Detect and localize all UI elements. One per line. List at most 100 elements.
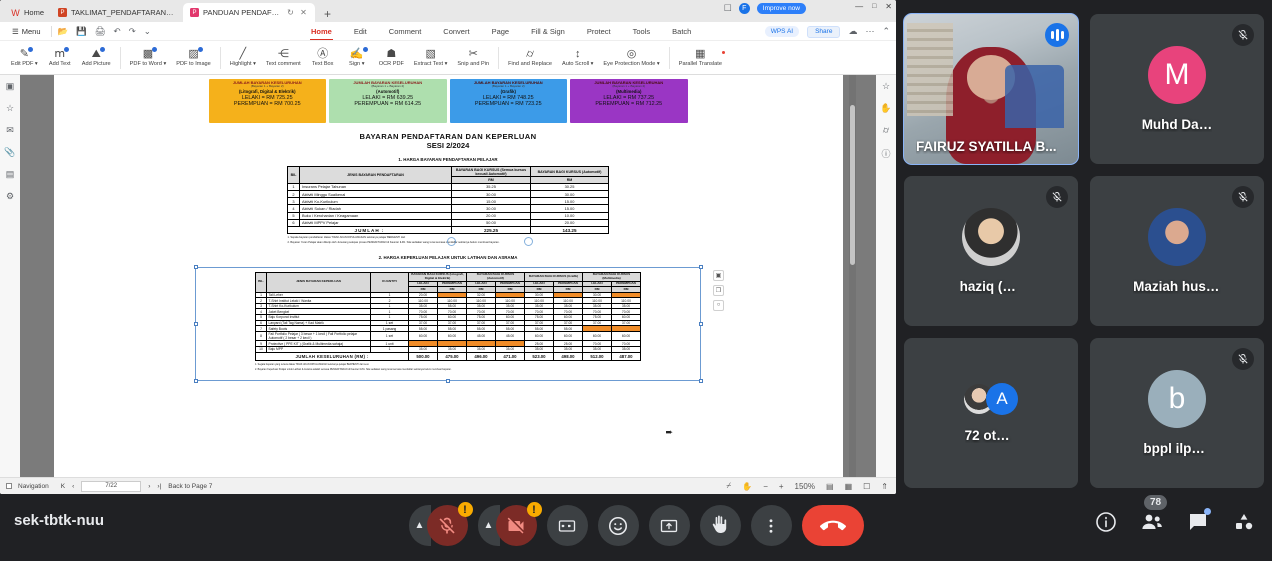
delete-icon[interactable]: ○	[713, 299, 724, 311]
crop-icon[interactable]: ▣	[713, 269, 724, 281]
participants-button[interactable]: 78	[1138, 495, 1168, 536]
prev-page-button[interactable]: ‹	[72, 483, 74, 490]
settings-icon[interactable]: ⚙	[6, 191, 14, 202]
zoom-tool-icon[interactable]: ⌭	[883, 125, 889, 136]
select-tool-icon[interactable]: ⌿	[726, 481, 731, 491]
eye-protection-mode-button[interactable]: ◎ Eye Protection Mode ▾	[598, 48, 664, 67]
edit-pdf-button[interactable]: ✎ Edit PDF ▾	[6, 46, 43, 67]
text-box-button[interactable]: Ⓐ Text Box	[306, 48, 340, 67]
ribbon-tab-protect[interactable]: Protect	[576, 22, 622, 41]
hand-tool-icon[interactable]: ✋	[742, 482, 752, 491]
share-button[interactable]: Share	[807, 25, 841, 38]
layers-icon[interactable]: ▤	[6, 169, 15, 180]
wps-ai-button[interactable]: WPS AI	[764, 26, 800, 37]
back-to-page-button[interactable]: Back to Page 7	[168, 483, 212, 490]
zoom-level[interactable]: 150%	[795, 482, 815, 491]
hand-tool-icon[interactable]: ✋	[880, 103, 891, 114]
selected-table-object[interactable]: ▣ ❐ ○ BIL. JENIS BAYARAN KEPERLUAN KUANT…	[193, 265, 724, 383]
resize-handle[interactable]	[698, 378, 703, 383]
close-button[interactable]: ✕	[885, 2, 892, 11]
more-icon[interactable]: ⋯	[865, 26, 874, 37]
next-page-button[interactable]: ›	[148, 483, 150, 490]
minimize-button[interactable]: —	[855, 2, 863, 11]
captions-button[interactable]	[546, 505, 588, 546]
resize-handle[interactable]	[193, 322, 198, 327]
main-menu-button[interactable]: ☰ Menu	[6, 27, 47, 36]
thumbnail-icon[interactable]: ▣	[6, 81, 15, 92]
attachment-icon[interactable]: 📎	[4, 147, 15, 158]
extract-text-button[interactable]: ▧ Extract Text ▾	[409, 48, 452, 67]
ribbon-tab-comment[interactable]: Comment	[378, 22, 433, 41]
emoji-button[interactable]	[597, 505, 639, 546]
screen-icon[interactable]: ☐	[724, 3, 732, 14]
sign-button[interactable]: ✍ Sign ▾	[340, 46, 374, 67]
participant-tile-haziq[interactable]: haziq (mat)	[904, 176, 1078, 326]
continuous-view-icon[interactable]: ▦	[845, 482, 853, 491]
ribbon-tab-batch[interactable]: Batch	[661, 22, 702, 41]
text-comment-button[interactable]: ⋲ Text comment	[261, 48, 306, 67]
reload-icon[interactable]: ↻	[286, 8, 295, 17]
print-icon[interactable]: 🖨	[95, 26, 106, 37]
find-and-replace-button[interactable]: ⌭ Find and Replace	[503, 48, 557, 67]
zoom-in-button[interactable]: +	[779, 482, 784, 491]
page-indicator[interactable]: 7/22	[81, 480, 142, 492]
raise-hand-button[interactable]	[699, 505, 741, 546]
participant-tile-maziah[interactable]: Maziah hussain	[1090, 176, 1264, 326]
add-text-button[interactable]: ⅿ Add Text	[43, 46, 77, 67]
redo-icon[interactable]: ↷	[129, 26, 136, 37]
meeting-info-button[interactable]	[1092, 508, 1120, 536]
more-options-button[interactable]	[750, 505, 792, 546]
parallel-translate-button[interactable]: ▦ Parallel Translate	[674, 48, 727, 67]
fit-page-icon[interactable]: ☐	[863, 482, 870, 491]
tab-home[interactable]: W Home	[4, 3, 51, 22]
last-page-button[interactable]: ›|	[157, 483, 161, 490]
vertical-scrollbar[interactable]	[849, 75, 856, 477]
page-scroll-area[interactable]: JUMLAH BAYARAN KESELURUHAN (Bayaran 1 + …	[20, 75, 876, 477]
first-page-button[interactable]: K	[61, 483, 65, 490]
auto-scroll-button[interactable]: ↕ Auto Scroll ▾	[557, 48, 598, 67]
camera-button[interactable]: !	[495, 502, 542, 546]
bookmark-icon[interactable]: ☆	[6, 103, 14, 114]
pdf-to-word-button[interactable]: ▩ PDF to Word ▾	[125, 46, 172, 67]
chevron-down-icon[interactable]: ⌄	[144, 26, 151, 37]
ribbon-tab-fill-and-sign[interactable]: Fill & Sign	[520, 22, 576, 41]
ribbon-tab-home[interactable]: Home	[300, 22, 343, 41]
navigation-checkbox[interactable]	[6, 483, 12, 489]
chat-button[interactable]	[1184, 508, 1212, 536]
resize-handle[interactable]	[193, 265, 198, 270]
open-icon[interactable]: 📂	[58, 26, 69, 37]
participant-tile-others[interactable]: A 72 others	[904, 338, 1078, 488]
ribbon-tab-convert[interactable]: Convert	[432, 22, 480, 41]
participant-tile-muhd-daniel[interactable]: M Muhd Daniel	[1090, 14, 1264, 164]
resize-handle[interactable]	[698, 322, 703, 327]
scrollbar-thumb[interactable]	[850, 105, 855, 265]
ai-icon[interactable]: ☆	[882, 81, 890, 92]
comment-list-icon[interactable]: ✉	[6, 125, 14, 136]
ribbon-tab-tools[interactable]: Tools	[622, 22, 662, 41]
single-page-view-icon[interactable]: ▤	[826, 482, 834, 491]
collapse-ribbon-icon[interactable]: ⌃	[882, 26, 890, 37]
tab-panduan-pendaftaran[interactable]: P PANDUAN PENDAFTARAN : ↻ ✕	[183, 3, 316, 22]
save-icon[interactable]: 💾	[76, 26, 87, 37]
highlight-button[interactable]: ╱ Highlight ▾	[225, 48, 261, 67]
tab-taklimat-pendaftaran[interactable]: P TAKLIMAT_PENDAFTARAN_2.2024.pp	[51, 3, 183, 22]
navigation-label[interactable]: Navigation	[18, 483, 49, 490]
fullscreen-icon[interactable]: ⇑	[881, 482, 888, 491]
resize-handle[interactable]	[446, 378, 450, 383]
copy-icon[interactable]: ❐	[713, 284, 724, 296]
snip-and-pin-button[interactable]: ✂ Snip and Pin	[452, 48, 494, 67]
close-tab-icon[interactable]: ✕	[299, 8, 308, 17]
ocr-pdf-button[interactable]: ☗ OCR PDF	[374, 48, 409, 67]
leave-call-button[interactable]	[801, 505, 864, 546]
undo-icon[interactable]: ↶	[113, 26, 120, 37]
resize-handle[interactable]	[446, 265, 450, 270]
microphone-button[interactable]: !	[426, 502, 473, 546]
participant-tile-fairuz[interactable]: FAIRUZ SYATILLA B...	[903, 13, 1079, 165]
participant-tile-bppl[interactable]: b bppl ilpapnt	[1090, 338, 1264, 488]
resize-handle[interactable]	[698, 265, 703, 270]
improve-now-button[interactable]: Improve now	[756, 3, 806, 14]
pdf-to-image-button[interactable]: ▨ PDF to Image	[171, 46, 216, 67]
ribbon-tab-edit[interactable]: Edit	[343, 22, 378, 41]
cloud-icon[interactable]: ☁	[848, 26, 857, 37]
activities-button[interactable]	[1230, 508, 1258, 536]
